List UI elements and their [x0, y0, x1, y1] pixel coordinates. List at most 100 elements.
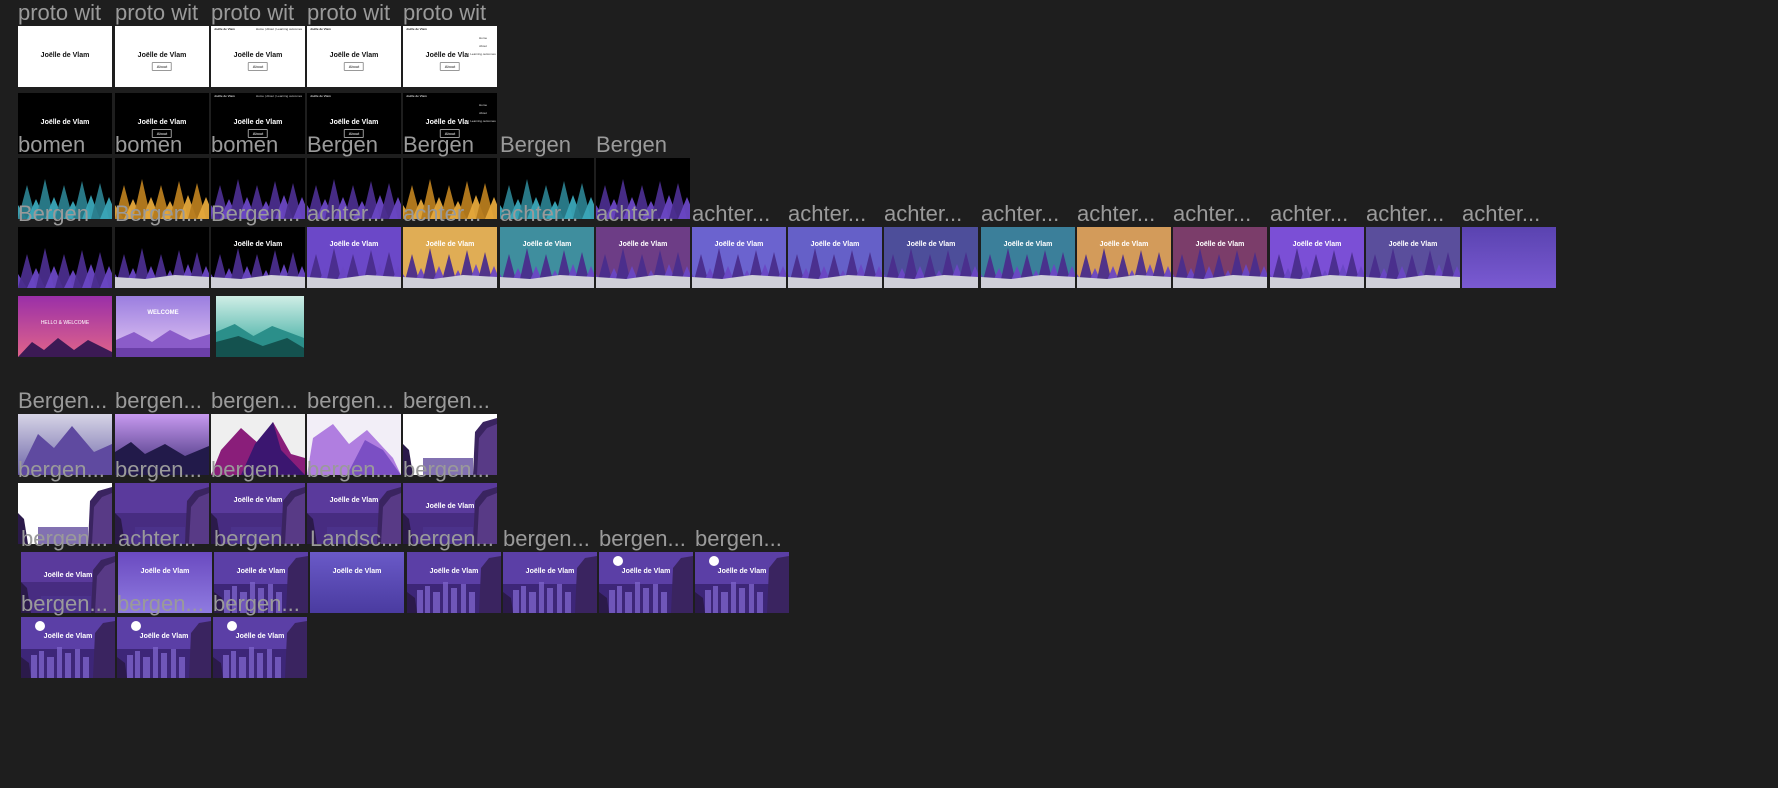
thumbnail-welcome: WELCOME: [147, 310, 179, 316]
frame-thumbnail[interactable]: Joëlle de Vlam About Joëlle de Vlam Home | …: [211, 26, 305, 87]
frame-thumbnail[interactable]: [1462, 227, 1556, 288]
frame-label[interactable]: achter...: [1366, 202, 1444, 226]
thumbnail-title: Joëlle de Vlam: [43, 572, 93, 579]
frame-label[interactable]: bomen: [211, 133, 278, 157]
frame-label[interactable]: achter...: [692, 202, 770, 226]
frame-label[interactable]: bomen: [18, 133, 85, 157]
frame-label[interactable]: achter...: [118, 527, 196, 551]
frame-thumbnail[interactable]: Joëlle de Vlam: [503, 552, 597, 613]
frame-label[interactable]: bergen...: [214, 527, 301, 551]
frame-thumbnail[interactable]: Joëlle de Vlam: [18, 26, 112, 87]
frame-label[interactable]: achter...: [1462, 202, 1540, 226]
frame-thumbnail[interactable]: Joëlle de Vlam: [695, 552, 789, 613]
frame-thumbnail[interactable]: Joëlle de Vlam: [307, 227, 401, 288]
frame-thumbnail[interactable]: Joëlle de Vlam: [310, 552, 404, 613]
frame-thumbnail[interactable]: Joëlle de Vlam: [1366, 227, 1460, 288]
frame-label[interactable]: Landsc...: [310, 527, 399, 551]
frame-thumbnail[interactable]: Joëlle de Vlam: [692, 227, 786, 288]
frame-label[interactable]: proto wit: [18, 1, 101, 25]
thumbnail-title: Joëlle de Vlam: [618, 241, 668, 248]
moon-icon: [613, 556, 623, 566]
thumbnail-title: Joëlle de Vlam: [425, 241, 475, 248]
frame-label[interactable]: bergen...: [115, 458, 202, 482]
frame-thumbnail[interactable]: Joëlle de Vlam: [211, 227, 305, 288]
frame-thumbnail[interactable]: Joëlle de Vlam: [21, 617, 115, 678]
frame-thumbnail[interactable]: Joëlle de Vlam: [596, 227, 690, 288]
frame-label[interactable]: achter...: [1270, 202, 1348, 226]
frame-label[interactable]: Bergen: [307, 133, 378, 157]
frame-label[interactable]: achter...: [500, 202, 578, 226]
frame-thumbnail[interactable]: WELCOME: [116, 296, 210, 357]
frame-label[interactable]: bergen...: [211, 458, 298, 482]
frame-thumbnail[interactable]: Joëlle de Vlam About Joëlle de Vlam Home Abo…: [403, 26, 497, 87]
frame-label[interactable]: achter...: [1077, 202, 1155, 226]
thumbnail-title: Joëlle de Vlam: [1292, 241, 1342, 248]
frame-thumbnail[interactable]: Joëlle de Vlam: [788, 227, 882, 288]
thumbnail-title: Joëlle de Vlam: [425, 503, 475, 510]
frame-label[interactable]: achter...: [981, 202, 1059, 226]
frame-label[interactable]: achter...: [788, 202, 866, 226]
frame-thumbnail[interactable]: Joëlle de Vlam: [981, 227, 1075, 288]
frame-label[interactable]: bergen...: [403, 458, 490, 482]
frame-label[interactable]: bergen...: [307, 389, 394, 413]
thumbnail-title: Joëlle de Vlam: [236, 568, 286, 575]
frame-label[interactable]: achter...: [596, 202, 674, 226]
frame-label[interactable]: proto wit: [115, 1, 198, 25]
frame-thumbnail[interactable]: HELLO & WELCOME: [18, 296, 112, 357]
frame-thumbnail[interactable]: [216, 296, 304, 357]
frame-thumbnail[interactable]: Joëlle de Vlam: [213, 617, 307, 678]
thumbnail-title: Joëlle de Vlam: [329, 52, 379, 59]
frame-label[interactable]: achter...: [307, 202, 385, 226]
thumbnail-menu-item: Learning outcomes: [470, 119, 496, 123]
frame-label[interactable]: bergen...: [213, 592, 300, 616]
thumbnail-title: Joëlle de Vlam: [429, 568, 479, 575]
frame-thumbnail[interactable]: Joëlle de Vlam: [407, 552, 501, 613]
thumbnail-logo: Joëlle de Vlam: [214, 27, 235, 31]
frame-label[interactable]: bergen...: [307, 458, 394, 482]
frame-thumbnail[interactable]: Joëlle de Vlam: [117, 617, 211, 678]
frame-label[interactable]: bergen...: [503, 527, 590, 551]
frame-thumbnail[interactable]: Joëlle de Vlam: [1173, 227, 1267, 288]
frame-label[interactable]: bergen...: [21, 592, 108, 616]
frame-label[interactable]: bergen...: [18, 458, 105, 482]
frame-label[interactable]: Bergen: [18, 202, 89, 226]
frame-label[interactable]: achter...: [403, 202, 481, 226]
frame-label[interactable]: bomen: [115, 133, 182, 157]
frame-label[interactable]: bergen...: [403, 389, 490, 413]
frame-label[interactable]: bergen...: [117, 592, 204, 616]
thumbnail-about-button: About: [151, 62, 173, 71]
frame-label[interactable]: bergen...: [115, 389, 202, 413]
frame-label[interactable]: proto wit: [403, 1, 486, 25]
frame-thumbnail[interactable]: Joëlle de Vlam: [1270, 227, 1364, 288]
frame-label[interactable]: proto wit: [211, 1, 294, 25]
frame-thumbnail[interactable]: Joëlle de Vlam: [599, 552, 693, 613]
frame-thumbnail[interactable]: Joëlle de Vlam: [884, 227, 978, 288]
frame-thumbnail[interactable]: Joëlle de Vlam About Joëlle de Vlam: [307, 26, 401, 87]
frame-thumbnail[interactable]: Joëlle de Vlam: [500, 227, 594, 288]
frame-label[interactable]: bergen...: [211, 389, 298, 413]
frame-thumbnail[interactable]: [115, 227, 209, 288]
frame-label[interactable]: Bergen: [596, 133, 667, 157]
frame-label[interactable]: achter...: [884, 202, 962, 226]
thumbnail-about-button: About: [343, 62, 365, 71]
frame-label[interactable]: Bergen: [500, 133, 571, 157]
frame-label[interactable]: achter...: [1173, 202, 1251, 226]
frame-thumbnail[interactable]: [18, 227, 112, 288]
frame-thumbnail[interactable]: Joëlle de Vlam: [1077, 227, 1171, 288]
frame-label[interactable]: Bergen...: [211, 202, 300, 226]
frame-label[interactable]: Bergen: [403, 133, 474, 157]
frame-label[interactable]: bergen...: [407, 527, 494, 551]
thumbnail-logo: Joëlle de Vlam: [214, 94, 235, 98]
frame-thumbnail[interactable]: Joëlle de Vlam: [403, 227, 497, 288]
thumbnail-title: Joëlle de Vlam: [1388, 241, 1438, 248]
thumbnail-logo: Joëlle de Vlam: [406, 94, 427, 98]
frame-label[interactable]: bergen...: [21, 527, 108, 551]
frame-label[interactable]: Bergen...: [18, 389, 107, 413]
frame-thumbnail[interactable]: Joëlle de Vlam About: [115, 26, 209, 87]
frame-label[interactable]: bergen...: [599, 527, 686, 551]
thumbnail-title: Joëlle de Vlam: [522, 241, 572, 248]
thumbnail-title: Joëlle de Vlam: [235, 633, 285, 640]
frame-label[interactable]: proto wit: [307, 1, 390, 25]
frame-label[interactable]: Bergen...: [115, 202, 204, 226]
frame-label[interactable]: bergen...: [695, 527, 782, 551]
